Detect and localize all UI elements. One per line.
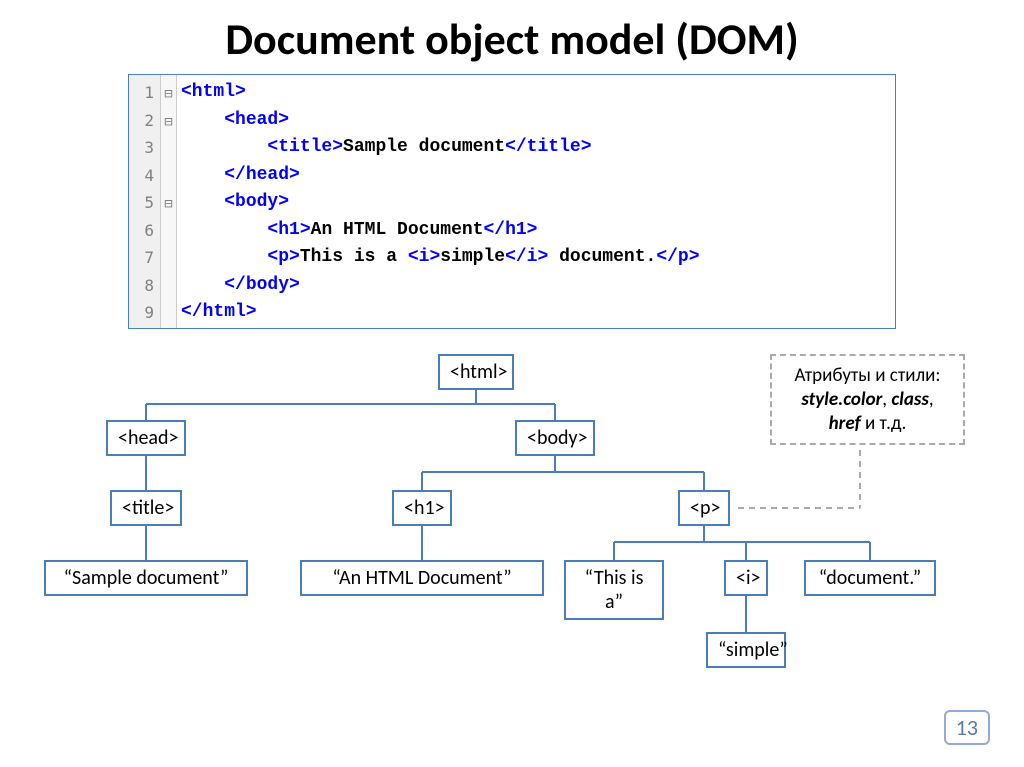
fold-marker [161,301,176,329]
fold-marker: ⊟ [161,109,176,137]
fold-marker: ⊟ [161,81,176,109]
fold-marker [161,219,176,247]
attr-line1: Атрибуты и стили: [784,364,951,388]
slide-title: Document object model (DOM) [0,0,1024,66]
attr-line2: style.color, class, href и т.д. [784,388,951,436]
code-line: <p>This is a <i>simple</i> document.</p> [181,244,700,272]
fold-marker [161,246,176,274]
tree-node-this-is-a: “This is a” [564,560,664,620]
code-lines: <html> <head> <title>Sample document</ti… [177,75,700,328]
fold-marker: ⊟ [161,191,176,219]
line-number: 5 [129,189,154,217]
tree-node-html: <html> [438,354,514,390]
fold-column: ⊟⊟⊟ [161,75,177,328]
tree-node-p: <p> [678,490,730,526]
line-number: 1 [129,79,154,107]
code-editor: 123456789 ⊟⊟⊟ <html> <head> <title>Sampl… [128,74,896,329]
tree-node-sample-document: “Sample document” [44,560,248,596]
code-line: <html> [181,79,700,107]
tree-node-html-document: “An HTML Document” [300,560,544,596]
code-line: <title>Sample document</title> [181,134,700,162]
fold-marker [161,274,176,302]
line-number-gutter: 123456789 [129,75,161,328]
line-number: 4 [129,162,154,190]
page-number: 13 [944,710,990,745]
code-line: <h1>An HTML Document</h1> [181,217,700,245]
line-number: 7 [129,244,154,272]
line-number: 9 [129,299,154,327]
code-line: <head> [181,107,700,135]
line-number: 8 [129,272,154,300]
tree-node-simple: “simple” [706,632,786,668]
tree-node-h1: <h1> [392,490,452,526]
code-line: </head> [181,162,700,190]
attributes-hint: Атрибуты и стили: style.color, class, hr… [770,354,965,445]
line-number: 6 [129,217,154,245]
code-line: </body> [181,272,700,300]
tree-node-document: “document.” [804,560,936,596]
tree-node-body: <body> [515,420,595,456]
tree-node-head: <head> [106,420,186,456]
tree-node-title: <title> [110,490,182,526]
line-number: 3 [129,134,154,162]
tree-node-i: <i> [724,560,768,596]
line-number: 2 [129,107,154,135]
fold-marker [161,136,176,164]
code-line: <body> [181,189,700,217]
code-line: </html> [181,299,700,327]
fold-marker [161,164,176,192]
